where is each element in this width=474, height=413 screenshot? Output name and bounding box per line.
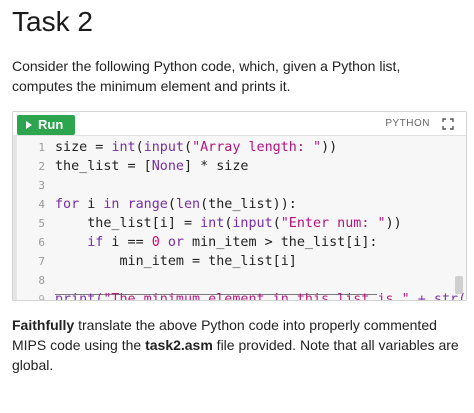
code-token: len [175, 197, 201, 212]
code-token: "The minimum element in this list is " [103, 292, 410, 301]
code-toolbar: Run PYTHON [13, 112, 466, 135]
code-editor[interactable]: 1 size = int(input("Array length: ")) 2 the… [13, 135, 466, 301]
code-text: size = int(input("Array length: ")) [55, 138, 337, 157]
code-text: min_item = the_list[i] [55, 252, 297, 271]
line-number: 2 [38, 160, 45, 173]
code-token: for [55, 197, 80, 212]
play-icon [26, 121, 32, 129]
code-token: (the_list)): [200, 197, 297, 212]
code-token: + [409, 292, 434, 301]
code-text: if i == 0 or min_item > the_list[i]: [55, 233, 377, 252]
task-paragraph: Faithfully translate the above Python co… [12, 315, 462, 375]
task-bold-filename: task2.asm [145, 337, 213, 353]
code-line[interactable]: 4 for i in range(len(the_list)): [13, 195, 466, 214]
run-button-label: Run [38, 117, 64, 132]
line-number: 1 [38, 141, 45, 154]
code-token: int [200, 216, 225, 231]
code-token: input [232, 216, 273, 231]
line-number: 5 [38, 217, 45, 230]
code-line[interactable]: 6 if i == 0 or min_item > the_list[i]: [13, 233, 466, 252]
intro-paragraph: Consider the following Python code, whic… [12, 58, 401, 94]
code-token: i == [103, 235, 152, 250]
code-token: i [79, 197, 104, 212]
code-text: the_list[i] = int(input("Enter num: ")) [55, 214, 402, 233]
line-number: 3 [38, 179, 45, 192]
language-label: PYTHON [385, 118, 430, 129]
line-number: 9 [38, 293, 45, 301]
code-token: ( [135, 140, 144, 155]
code-token: the_list = [ [55, 159, 152, 174]
expand-icon[interactable] [442, 118, 454, 130]
line-number: 6 [38, 236, 45, 249]
code-token: str [433, 292, 459, 301]
code-token: print [55, 292, 96, 301]
code-token: ( [167, 197, 176, 212]
line-number: 4 [38, 198, 45, 211]
code-text: for i in range(len(the_list)): [55, 195, 297, 214]
code-token: the_list[i] = [55, 216, 201, 231]
code-line[interactable]: 8 [13, 271, 466, 290]
code-token: min_item > the_list[i]: [184, 235, 378, 250]
code-token: )) [385, 216, 402, 231]
code-line[interactable]: 9 print ( "The minimum element in this list… [13, 290, 466, 301]
code-token: int [111, 140, 136, 155]
code-token: ] * size [184, 159, 249, 174]
code-token: if [87, 235, 104, 250]
code-line[interactable]: 7 min_item = the_list[i] [13, 252, 466, 271]
task-bold-faithfully: Faithfully [12, 317, 75, 333]
code-token: None [151, 159, 184, 174]
code-token: input [143, 140, 184, 155]
code-widget: Run PYTHON 1 size = int(input("Array leng… [12, 111, 467, 301]
code-token: )) [321, 140, 338, 155]
code-token: "Array length: " [192, 140, 322, 155]
code-line[interactable]: 1 size = int(input("Array length: ")) [13, 138, 466, 157]
code-token: in [103, 197, 120, 212]
line-number: 8 [38, 274, 45, 287]
code-token: ( [272, 216, 281, 231]
page-title: Task 2 [12, 6, 93, 37]
code-line[interactable]: 5 the_list[i] = int(input("Enter num: ")… [13, 214, 466, 233]
code-token: ( [184, 140, 193, 155]
code-line[interactable]: 3 [13, 176, 466, 195]
code-token: "Enter num: " [280, 216, 386, 231]
code-token: size = [55, 140, 112, 155]
code-line[interactable]: 2 the_list = [None] * size [13, 157, 466, 176]
code-token: ( [458, 292, 466, 301]
code-token: 0 [151, 235, 160, 250]
code-token: min_item = the_list[i] [55, 254, 297, 269]
line-number: 7 [38, 255, 45, 268]
code-text: the_list = [None] * size [55, 157, 249, 176]
code-token: range [127, 197, 168, 212]
code-text: print ( "The minimum element in this list … [55, 290, 466, 301]
code-token: or [167, 235, 184, 250]
run-button[interactable]: Run [17, 115, 75, 135]
